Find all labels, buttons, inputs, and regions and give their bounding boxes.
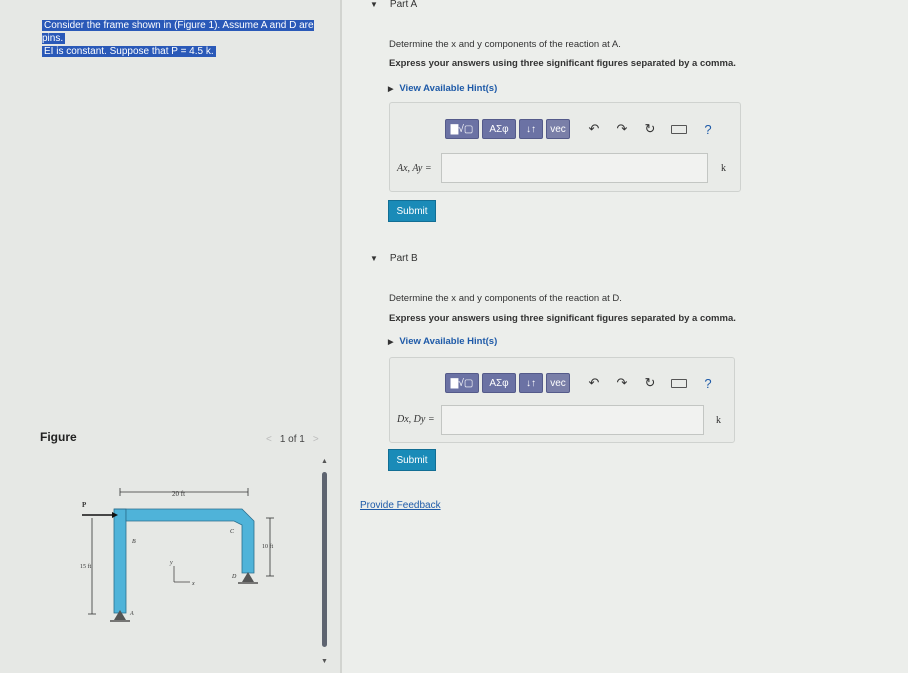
scroll-down-icon[interactable]: ▼	[321, 658, 328, 665]
figure-scrollbar[interactable]: ▲ ▼	[321, 458, 328, 665]
part-b-toggle-icon[interactable]: ▼	[370, 254, 378, 263]
templates-button[interactable]: ▇√▢	[445, 373, 479, 393]
subscript-button[interactable]: ↓↑	[519, 119, 543, 139]
pin-support-d	[242, 572, 254, 582]
keyboard-icon[interactable]	[671, 378, 687, 388]
part-a-unit: k	[721, 163, 726, 174]
left-column	[113, 508, 127, 614]
templates-button[interactable]: ▇√▢	[445, 119, 479, 139]
axis-x-label: x	[191, 581, 195, 587]
part-a-answer-label: Ax, Ay =	[397, 163, 432, 174]
greek-symbols-button[interactable]: ΑΣφ	[482, 373, 516, 393]
next-figure-button[interactable]: >	[313, 434, 319, 445]
reset-icon[interactable]: ↻	[643, 121, 657, 137]
point-b-label: B	[132, 539, 136, 545]
figure-heading: Figure	[40, 430, 77, 444]
redo-icon[interactable]: ↷	[615, 375, 629, 391]
part-b-answer-label: Dx, Dy =	[397, 414, 435, 425]
prev-figure-button[interactable]: <	[266, 434, 272, 445]
problem-statement: Consider the frame shown in (Figure 1). …	[42, 19, 322, 58]
part-a-title: Part A	[389, 0, 418, 10]
part-a-toolbar: ▇√▢ ΑΣφ ↓↑ vec ↶ ↷ ↻ ?	[445, 119, 715, 139]
part-a-submit-button[interactable]: Submit	[388, 200, 436, 222]
part-a-answer-input[interactable]	[441, 153, 708, 183]
part-b-header[interactable]: ▼ Part B	[370, 253, 418, 264]
scrollbar-thumb[interactable]	[322, 472, 327, 647]
right-height-dim: 10 ft	[262, 543, 273, 550]
hint-arrow-icon: ▶	[388, 339, 394, 346]
figure-page-count: 1 of 1	[279, 434, 305, 445]
part-b-toolbar: ▇√▢ ΑΣφ ↓↑ vec ↶ ↷ ↻ ?	[445, 373, 715, 393]
part-b-question: Determine the x and y components of the …	[389, 293, 622, 304]
part-b-answer-input[interactable]	[441, 405, 704, 435]
frame-figure: 20 ft P B C D A 10 ft 15 ft y x	[80, 488, 274, 622]
part-b-unit: k	[716, 415, 721, 426]
part-b-title: Part B	[389, 253, 418, 264]
keyboard-icon[interactable]	[671, 124, 687, 134]
point-a-label: A	[129, 611, 134, 617]
part-a-header[interactable]: ▼ Part A	[370, 0, 417, 10]
left-height-dim: 15 ft	[80, 563, 91, 570]
subscript-button[interactable]: ↓↑	[519, 373, 543, 393]
part-a-toggle-icon[interactable]: ▼	[370, 0, 378, 9]
top-width-dim: 20 ft	[172, 490, 185, 498]
point-d-label: D	[231, 574, 237, 580]
help-icon[interactable]: ?	[701, 122, 715, 137]
greek-symbols-button[interactable]: ΑΣφ	[482, 119, 516, 139]
undo-icon[interactable]: ↶	[587, 375, 601, 391]
point-c-label: C	[230, 529, 235, 535]
provide-feedback-link[interactable]: Provide Feedback	[360, 500, 441, 511]
problem-line-1: Consider the frame shown in (Figure 1). …	[42, 20, 314, 44]
axis-y-label: y	[169, 560, 173, 566]
vector-button[interactable]: vec	[546, 373, 570, 393]
part-b-hint-link[interactable]: ▶ View Available Hint(s)	[388, 336, 497, 347]
load-label: P	[82, 501, 87, 509]
part-a-question: Determine the x and y components of the …	[389, 39, 621, 50]
part-a-hint-label: View Available Hint(s)	[399, 83, 498, 94]
redo-icon[interactable]: ↷	[615, 121, 629, 137]
problem-line-2: EI is constant. Suppose that P = 4.5 k.	[42, 46, 216, 57]
problem-pane: Consider the frame shown in (Figure 1). …	[0, 0, 340, 673]
help-icon[interactable]: ?	[701, 376, 715, 391]
scroll-up-icon[interactable]: ▲	[321, 458, 328, 465]
hint-arrow-icon: ▶	[388, 86, 394, 93]
part-b-hint-label: View Available Hint(s)	[399, 336, 498, 347]
vector-button[interactable]: vec	[546, 119, 570, 139]
part-a-hint-link[interactable]: ▶ View Available Hint(s)	[388, 83, 497, 94]
reset-icon[interactable]: ↻	[643, 375, 657, 391]
undo-icon[interactable]: ↶	[587, 121, 601, 137]
part-a-instruction: Express your answers using three signifi…	[389, 58, 736, 69]
part-b-instruction: Express your answers using three signifi…	[389, 313, 736, 324]
figure-pager: < 1 of 1 >	[266, 434, 319, 445]
part-b-submit-button[interactable]: Submit	[388, 449, 436, 471]
